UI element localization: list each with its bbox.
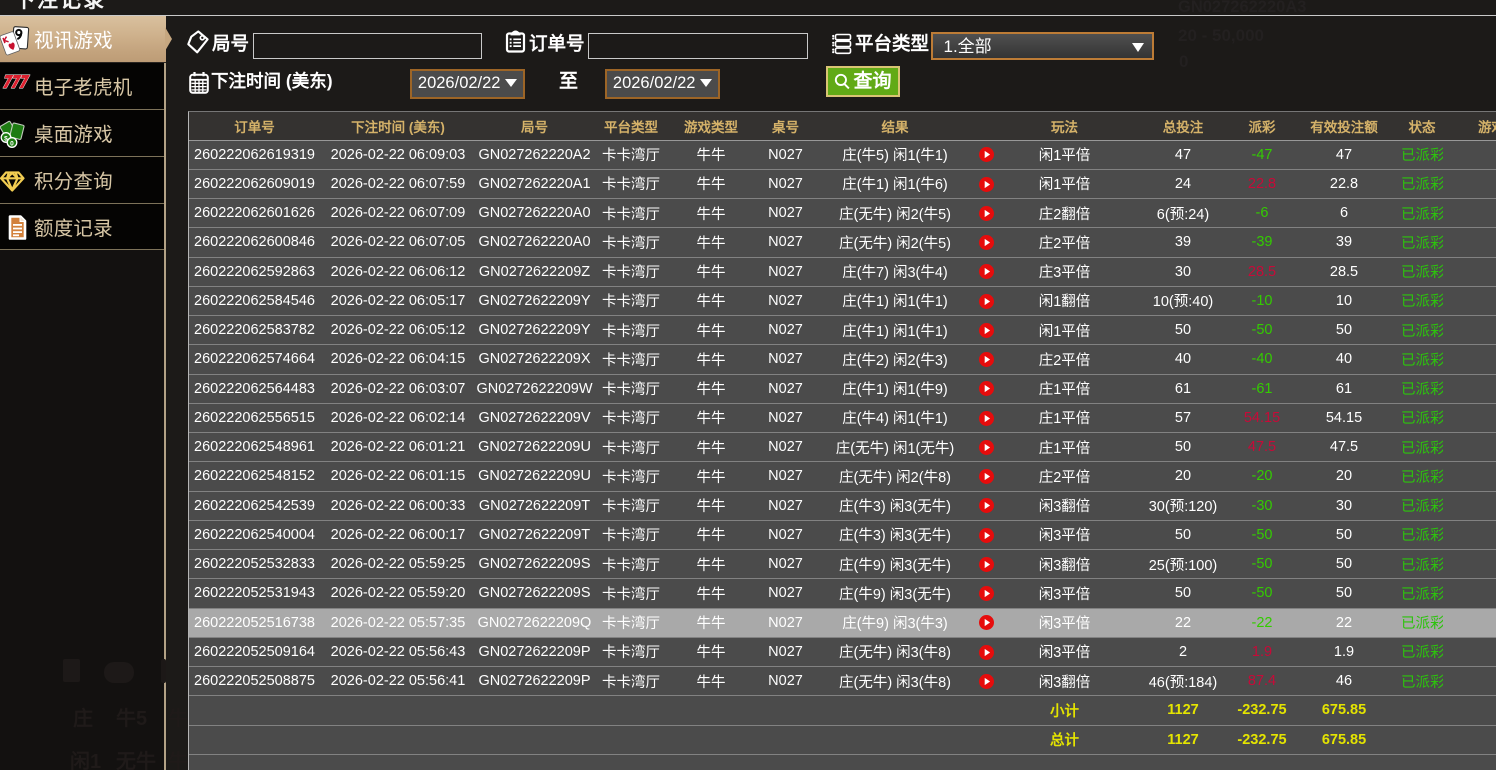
svg-text:0: 0 — [10, 140, 14, 147]
